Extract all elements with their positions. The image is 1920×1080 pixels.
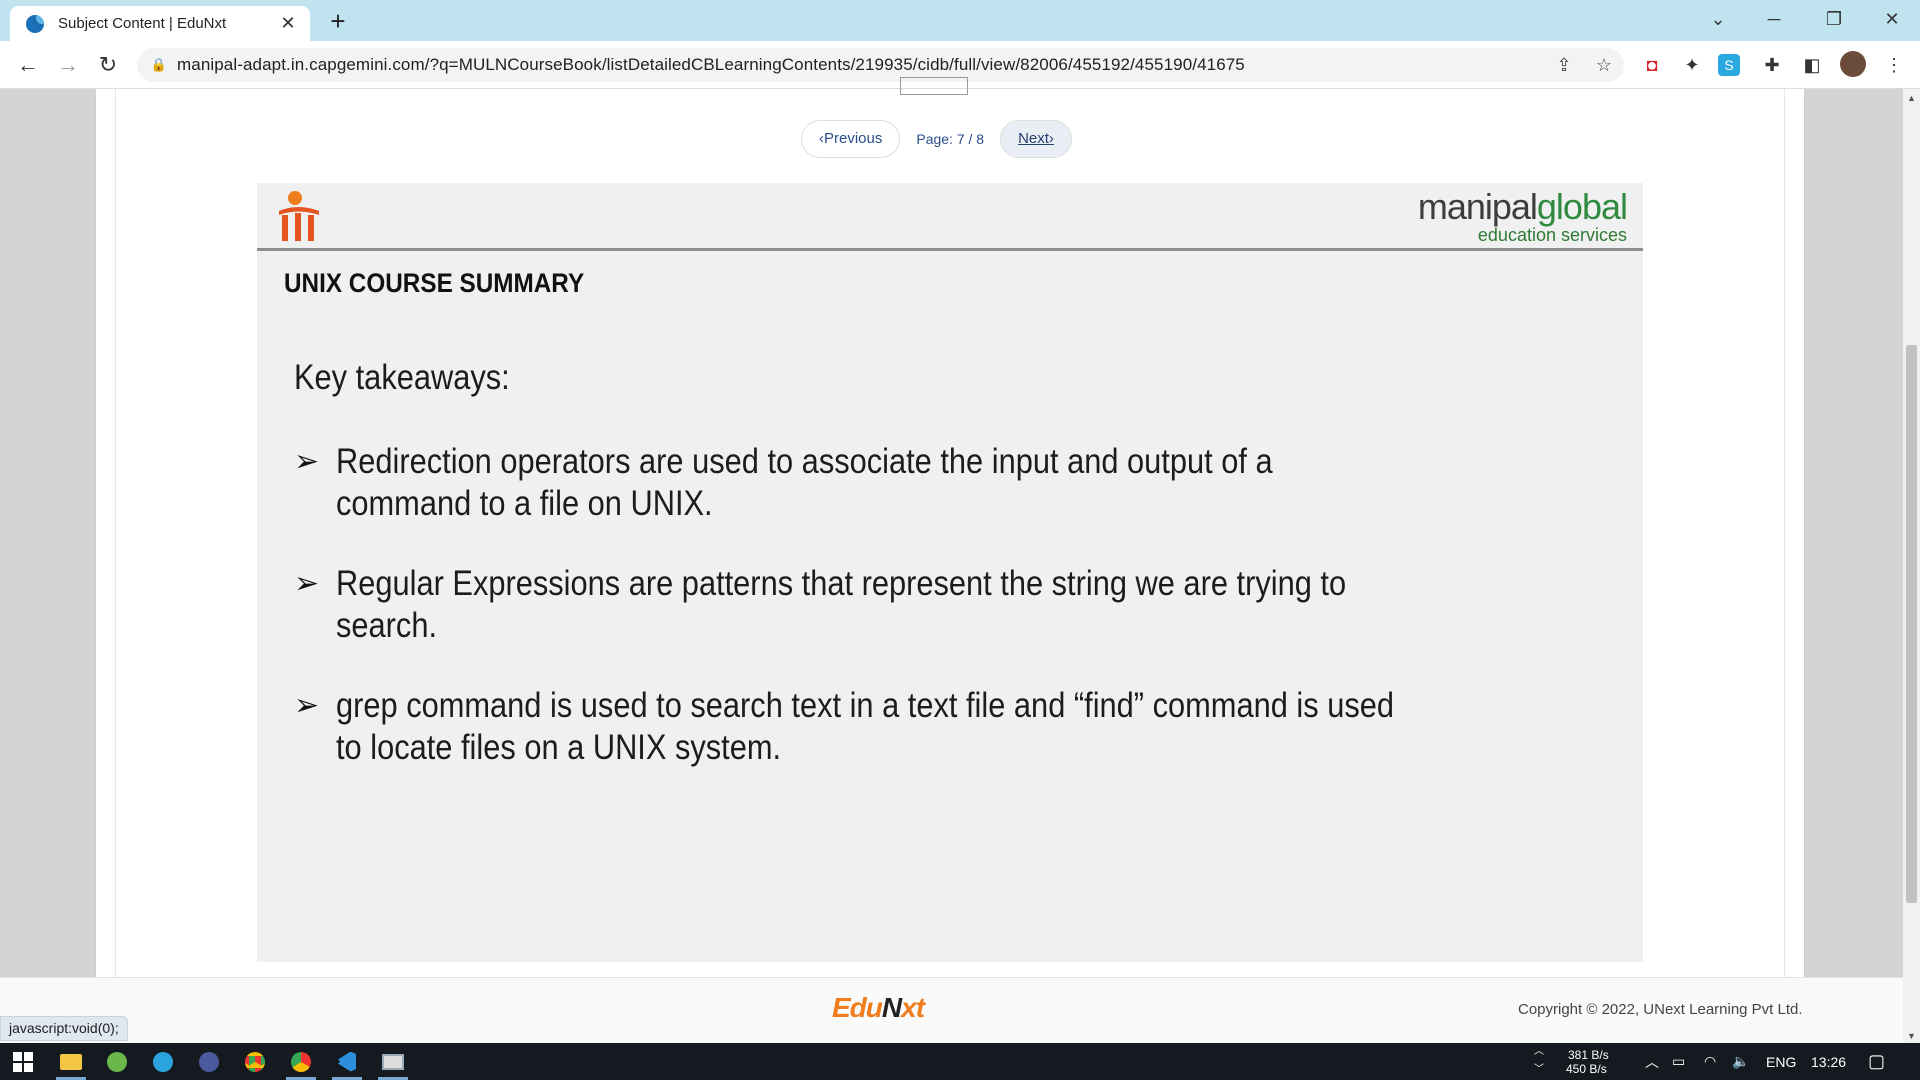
net-down-arrow-icon: ﹀ — [1534, 1064, 1544, 1075]
logo-part-3: xt — [901, 992, 925, 1023]
battery-icon[interactable]: ▭ — [1672, 1043, 1685, 1080]
edunxt-favicon-icon — [26, 14, 44, 33]
photos-app-icon[interactable] — [370, 1043, 416, 1080]
volume-icon[interactable]: 🔈 — [1732, 1043, 1749, 1080]
close-window-icon[interactable]: ✕ — [1864, 0, 1920, 41]
bullet-text: Redirection operators are used to associ… — [335, 442, 1273, 523]
arrow-bullet-icon: ➢ — [294, 567, 320, 600]
new-tab-button[interactable]: + — [322, 6, 354, 38]
reload-icon[interactable]: ↻ — [92, 49, 124, 81]
previous-label: Previous — [824, 130, 883, 147]
slide: manipalglobal education services UNIX CO… — [257, 183, 1643, 962]
extension-icon[interactable]: ✦ — [1678, 51, 1706, 79]
menu-dots-icon[interactable]: ⋮ — [1880, 51, 1908, 79]
chrome-active-icon[interactable] — [278, 1043, 324, 1080]
brand-main-1: manipal — [1417, 186, 1538, 227]
tab-strip: Subject Content | EduNxt ✕ + ⌄ ─ ❐ ✕ — [0, 0, 1920, 41]
next-label: Next — [1018, 130, 1049, 147]
tab-search-icon[interactable]: ⌄ — [1690, 0, 1746, 41]
arrow-bullet-icon: ➢ — [294, 689, 320, 722]
list-item: ➢ Regular Expressions are patterns that … — [294, 563, 1544, 647]
net-down-text: 450 B/s — [1566, 1061, 1607, 1076]
profile-avatar[interactable] — [1840, 51, 1866, 77]
net-up-text: 381 B/s — [1568, 1047, 1609, 1062]
bullet-list: ➢ Redirection operators are used to asso… — [294, 441, 1544, 807]
vertical-scrollbar[interactable]: ▲ ▼ — [1903, 89, 1920, 1043]
media-app-icon[interactable] — [186, 1043, 232, 1080]
lock-icon[interactable]: 🔒 — [141, 57, 177, 73]
side-panel-icon[interactable]: ◧ — [1798, 51, 1826, 79]
tab-title: Subject Content | EduNxt — [58, 15, 227, 32]
back-icon[interactable]: ← — [12, 49, 44, 81]
right-gutter — [1805, 89, 1903, 977]
zoom-select[interactable] — [900, 77, 968, 96]
zoom-control — [896, 77, 1046, 96]
browser-tab[interactable]: Subject Content | EduNxt ✕ — [10, 6, 310, 41]
wifi-icon[interactable]: ◠ — [1704, 1043, 1716, 1080]
previous-button[interactable]: ‹Previous — [801, 120, 901, 158]
scroll-down-icon[interactable]: ▼ — [1903, 1031, 1920, 1041]
pager: ‹Previous Page: 7 / 8 Next› — [801, 120, 1072, 158]
forward-icon[interactable]: → — [52, 49, 84, 81]
slide-header: manipalglobal education services — [257, 183, 1643, 251]
net-up-arrow-icon: ︿ — [1534, 1046, 1544, 1057]
windows-taskbar: ︿ ﹀ 381 B/s 450 B/s ︿ ▭ ◠ 🔈 ENG 13:26 ▢ — [0, 1043, 1920, 1080]
chevron-right-icon: › — [1048, 130, 1054, 147]
status-bar: javascript:void(0); — [0, 1016, 128, 1041]
slide-title: UNIX COURSE SUMMARY — [284, 268, 585, 298]
page-counter: Page: 7 / 8 — [916, 131, 985, 147]
close-tab-icon[interactable]: ✕ — [278, 13, 298, 34]
list-item: ➢ grep command is used to search text in… — [294, 685, 1544, 769]
list-item: ➢ Redirection operators are used to asso… — [294, 441, 1544, 525]
share-icon[interactable]: ⇪ — [1544, 55, 1584, 76]
s-extension-icon[interactable]: S — [1718, 54, 1740, 76]
page-viewport: ‹Previous Page: 7 / 8 Next› manipalgloba… — [0, 77, 1903, 1043]
manipal-logo-icon — [279, 191, 319, 241]
minimize-icon[interactable]: ─ — [1746, 0, 1802, 41]
telegram-icon[interactable] — [140, 1043, 186, 1080]
url-text[interactable]: manipal-adapt.in.capgemini.com/?q=MULNCo… — [177, 55, 1544, 75]
file-explorer-icon[interactable] — [48, 1043, 94, 1080]
logo-part-2: N — [881, 992, 902, 1023]
brand-logo: manipalglobal education services — [1417, 186, 1628, 246]
scroll-up-icon[interactable]: ▲ — [1903, 93, 1920, 103]
extensions-puzzle-icon[interactable]: ✚ — [1758, 51, 1786, 79]
chrome-icon[interactable] — [232, 1043, 278, 1080]
slide-subtitle: Key takeaways: — [294, 358, 510, 397]
address-bar[interactable]: 🔒 manipal-adapt.in.capgemini.com/?q=MULN… — [137, 48, 1624, 82]
restore-icon[interactable]: ❐ — [1806, 0, 1862, 41]
brand-main-2: global — [1536, 186, 1628, 227]
copyright-text: Copyright © 2022, UNext Learning Pvt Ltd… — [1518, 1001, 1803, 1018]
next-button[interactable]: Next› — [1000, 120, 1072, 158]
logo-part-1: Edu — [832, 992, 883, 1023]
edunxt-logo[interactable]: EduNxt — [832, 992, 925, 1024]
notifications-icon[interactable]: ▢ — [1868, 1043, 1885, 1080]
page-footer: EduNxt Copyright © 2022, UNext Learning … — [0, 977, 1903, 1043]
pocket-extension-icon[interactable]: ◘ — [1638, 51, 1666, 79]
scroll-thumb[interactable] — [1906, 345, 1917, 903]
utorrent-icon[interactable] — [94, 1043, 140, 1080]
left-gutter — [0, 89, 95, 977]
show-hidden-icons-icon[interactable]: ︿ — [1645, 1043, 1659, 1080]
bullet-text: grep command is used to search text in a… — [335, 686, 1394, 767]
arrow-bullet-icon: ➢ — [294, 445, 320, 478]
network-speed: ︿ ﹀ 381 B/s 450 B/s — [1534, 1043, 1609, 1080]
language-indicator[interactable]: ENG — [1766, 1043, 1796, 1080]
brand-sub: education services — [1477, 225, 1627, 245]
clock[interactable]: 13:26 — [1811, 1043, 1846, 1080]
vscode-icon[interactable] — [324, 1043, 370, 1080]
bullet-text: Regular Expressions are patterns that re… — [335, 564, 1346, 645]
windows-start-icon[interactable] — [0, 1043, 46, 1080]
bookmark-star-icon[interactable]: ☆ — [1584, 55, 1624, 76]
